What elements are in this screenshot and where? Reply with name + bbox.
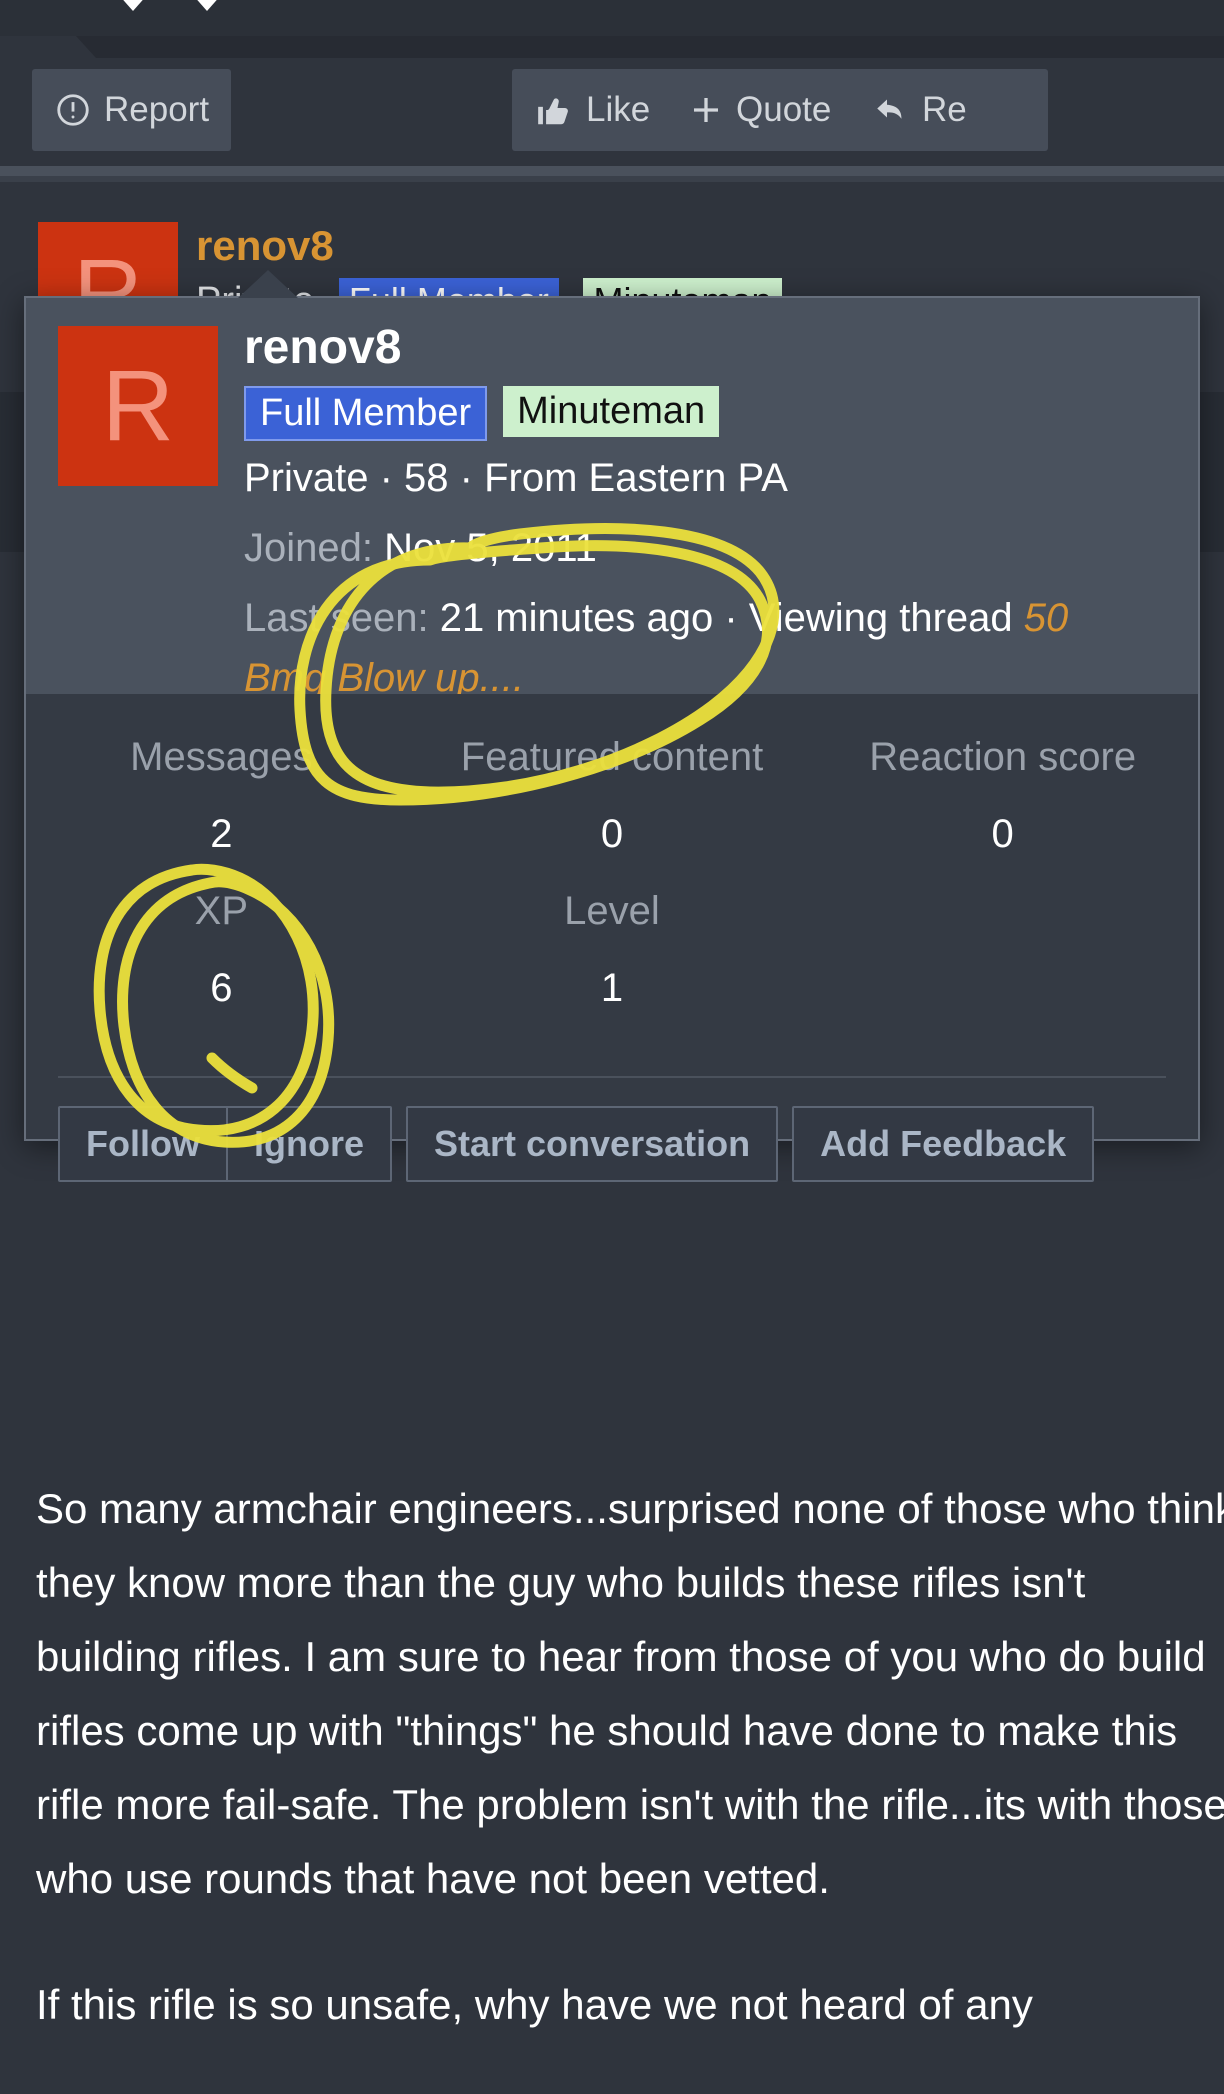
- reply-button-label: Re: [922, 90, 967, 129]
- post-paragraph-1: So many armchair engineers...surprised n…: [36, 1485, 1224, 1902]
- stat-featured-content-value: 0: [600, 812, 624, 856]
- chevron-down-icon: [192, 0, 222, 11]
- card-badge-full-member: Full Member: [244, 386, 488, 441]
- quote-button-label: Quote: [736, 90, 832, 129]
- member-tooltip-card: R renov8 Full Member Minuteman Private ·…: [24, 270, 1200, 1182]
- member-stats-row-2: XP 6 Level 1: [26, 872, 1198, 1026]
- stat-reaction-score: Reaction score 0: [807, 718, 1198, 872]
- card-location-line: Private · 58 · From Eastern PA: [244, 456, 788, 500]
- tooltip-arrow: [238, 270, 298, 298]
- stat-featured-content-label: Featured content: [460, 735, 764, 779]
- card-badge-minuteman: Minuteman: [503, 386, 720, 437]
- follow-ignore-group: Follow Ignore: [58, 1106, 392, 1182]
- top-strip: [0, 0, 1224, 36]
- card-joined-label: Joined:: [244, 526, 373, 570]
- card-last-seen-line: Last seen: 21 minutes ago · Viewing thre…: [244, 596, 1068, 641]
- post-action-bar: Report Like Quote Re: [0, 58, 1224, 172]
- card-last-seen-label: Last seen:: [244, 596, 429, 640]
- follow-button[interactable]: Follow: [60, 1108, 226, 1180]
- start-conversation-button[interactable]: Start conversation: [406, 1106, 779, 1182]
- tab-strip: [0, 36, 1224, 58]
- section-divider: [0, 166, 1224, 176]
- stat-messages-value: 2: [210, 812, 233, 856]
- member-card-header: R renov8 Full Member Minuteman Private ·…: [26, 298, 1198, 700]
- card-badge-list: Full Member Minuteman: [244, 386, 720, 441]
- card-joined-line: Joined: Nov 5, 2011: [244, 526, 597, 571]
- post-message-text: So many armchair engineers...surprised n…: [36, 1472, 1224, 2094]
- card-viewing-thread-link[interactable]: 50: [1024, 596, 1069, 640]
- plus-icon: [688, 92, 724, 128]
- stat-level-value: 1: [600, 966, 624, 1010]
- card-avatar[interactable]: R: [58, 326, 218, 486]
- like-button-label: Like: [586, 90, 651, 129]
- card-username[interactable]: renov8: [244, 320, 401, 375]
- reply-arrow-icon: [870, 92, 910, 128]
- stat-messages: Messages 2: [26, 718, 417, 872]
- stat-spacer: [807, 872, 1198, 1026]
- card-joined-value: Nov 5, 2011: [384, 526, 597, 570]
- member-card-actions: Follow Ignore Start conversation Add Fee…: [58, 1106, 1095, 1182]
- report-button-label: Report: [104, 90, 210, 129]
- exclamation-circle-icon: [54, 91, 92, 129]
- stat-reaction-score-label: Reaction score: [869, 735, 1137, 779]
- stat-featured-content: Featured content 0: [417, 718, 808, 872]
- add-feedback-button[interactable]: Add Feedback: [792, 1106, 1095, 1182]
- stat-messages-label: Messages: [130, 735, 313, 779]
- ignore-button[interactable]: Ignore: [225, 1108, 390, 1180]
- like-button[interactable]: Like: [512, 69, 673, 151]
- thumbs-up-icon: [534, 91, 574, 129]
- stat-xp: XP 6: [26, 872, 417, 1026]
- member-stats: Messages 2 Featured content 0 Reaction s…: [26, 718, 1198, 1026]
- stat-level-label: Level: [564, 889, 660, 933]
- reply-button[interactable]: Re: [848, 69, 1048, 151]
- card-avatar-initial: R: [101, 350, 175, 462]
- report-button[interactable]: Report: [32, 69, 232, 151]
- member-card-body: Messages 2 Featured content 0 Reaction s…: [26, 694, 1198, 1182]
- post-paragraph-2: If this rifle is so unsafe, why have we …: [36, 1981, 1033, 2028]
- tab-notch: [0, 36, 96, 58]
- stat-level: Level 1: [417, 872, 808, 1026]
- stat-xp-label: XP: [194, 889, 248, 933]
- chevron-down-icon: [118, 0, 148, 11]
- card-divider: [58, 1076, 1166, 1078]
- card-last-seen-value: 21 minutes ago · Viewing thread: [439, 596, 1013, 640]
- quote-button[interactable]: Quote: [666, 69, 854, 151]
- stat-xp-value: 6: [210, 966, 233, 1010]
- post-author-link[interactable]: renov8: [196, 222, 334, 270]
- member-stats-row-1: Messages 2 Featured content 0 Reaction s…: [26, 718, 1198, 872]
- stat-reaction-score-value: 0: [991, 812, 1014, 856]
